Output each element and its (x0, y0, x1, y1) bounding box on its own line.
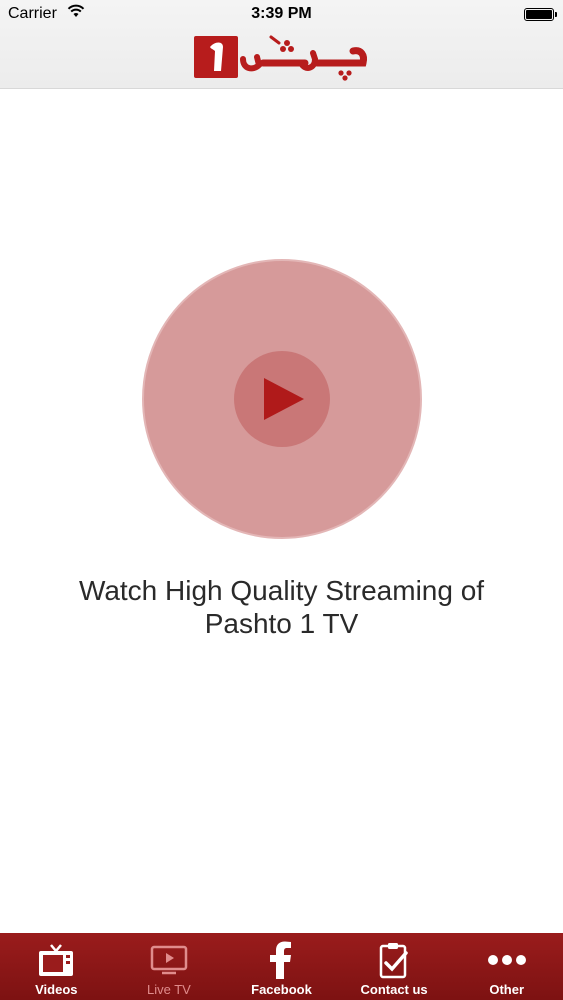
tab-label: Videos (35, 982, 78, 997)
facebook-icon (270, 941, 292, 979)
app-header: Carrier 3:39 PM (0, 0, 563, 89)
status-bar: Carrier 3:39 PM (0, 0, 563, 30)
tab-label: Other (489, 982, 524, 997)
more-dots-icon (487, 955, 526, 965)
battery-icon (524, 8, 557, 21)
tab-videos[interactable]: Videos (0, 933, 113, 1000)
tab-label: Live TV (146, 982, 191, 997)
tab-other[interactable]: Other (450, 933, 563, 1000)
tab-contact-us[interactable]: Contact us (338, 933, 451, 1000)
tab-bar: Videos Live TV Facebook Contact us Other (0, 933, 563, 1000)
tv-icon (39, 944, 74, 976)
stream-caption: Watch High Quality Streaming of Pashto 1… (78, 575, 485, 639)
tab-live-tv[interactable]: Live TV (113, 933, 226, 1000)
tab-label: Facebook (251, 982, 312, 997)
live-play-button[interactable] (142, 259, 422, 539)
clipboard-check-icon (379, 943, 408, 979)
clock: 3:39 PM (251, 5, 312, 22)
live-tv-icon (150, 945, 188, 975)
pashto-logo (194, 35, 367, 81)
tab-label: Contact us (360, 982, 428, 997)
tab-facebook[interactable]: Facebook (225, 933, 338, 1000)
